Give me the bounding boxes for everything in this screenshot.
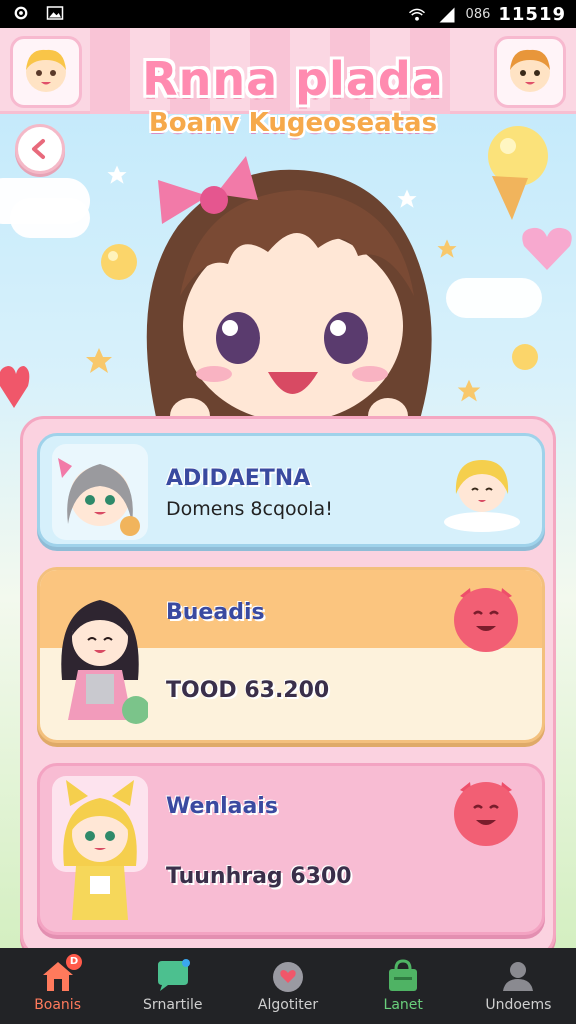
battery-level: 086 xyxy=(465,7,491,22)
tab-label: Boanis xyxy=(34,997,81,1013)
tab-label: Srnartile xyxy=(143,997,203,1013)
gray-hair-girl-icon xyxy=(58,458,140,536)
wifi-icon xyxy=(408,8,425,21)
card-title: Bueadis xyxy=(166,600,265,625)
logo-title: Rnna plada xyxy=(142,52,444,106)
player-avatar[interactable] xyxy=(10,36,82,108)
pink-blob-mascot-icon xyxy=(454,782,518,846)
dark-hair-girl-icon xyxy=(61,600,150,724)
tab-chat[interactable]: Srnartile xyxy=(115,948,230,1024)
blonde-chibi-icon xyxy=(444,460,520,532)
cat-ear-girl-icon xyxy=(63,780,137,920)
card-value: Tuunhrag 6300 xyxy=(166,864,352,889)
tab-home[interactable]: D Boanis xyxy=(0,948,115,1024)
back-arrow-icon xyxy=(32,139,45,159)
content-panel: ADIDAETNA Domens 8cqoola! Bueadis TOOD 6… xyxy=(20,416,556,948)
star-icon xyxy=(86,348,112,373)
chat-bubble-icon xyxy=(157,959,190,991)
orange-hair-girl-icon xyxy=(510,49,550,92)
card-avatar xyxy=(52,776,148,920)
gear-icon xyxy=(14,6,28,20)
ice-cream-balloon-icon xyxy=(488,126,548,220)
status-bar: 086 11519 xyxy=(0,0,576,28)
tab-label: Lanet xyxy=(383,997,423,1013)
pink-blob-mascot-icon xyxy=(454,588,518,652)
card-item[interactable]: Bueadis TOOD 63.200 xyxy=(37,567,545,743)
cloud xyxy=(446,278,542,318)
friend-avatar[interactable] xyxy=(494,36,566,108)
bottom-tab-bar: D Boanis Srnartile Algotiter Lanet Undoe… xyxy=(0,948,576,1024)
red-heart-icon xyxy=(0,366,30,408)
status-time: 11519 xyxy=(498,4,566,25)
card-avatar xyxy=(52,444,148,540)
card-message: Domens 8cqoola! xyxy=(166,498,333,520)
signal-icon xyxy=(439,7,455,22)
notification-badge: D xyxy=(66,954,82,970)
game-scene: Rnna plada Boanv Kugeoseatas ADIDAETNA D… xyxy=(0,28,576,948)
user-icon xyxy=(503,962,534,991)
heart-orb-icon xyxy=(273,962,303,992)
tab-shop[interactable]: Lanet xyxy=(346,948,461,1024)
star-icon xyxy=(457,379,481,402)
hero-girl-illustration xyxy=(146,156,432,446)
back-button[interactable] xyxy=(15,124,65,174)
heart-icon xyxy=(522,227,572,270)
tab-label: Undoems xyxy=(485,997,552,1013)
card-title: ADIDAETNA xyxy=(166,466,311,491)
balloon-icon xyxy=(512,344,538,370)
cloud xyxy=(10,198,90,238)
tab-label: Algotiter xyxy=(257,997,319,1013)
logo-subtitle: Boanv Kugeoseatas xyxy=(148,108,438,138)
shop-bag-icon xyxy=(389,959,418,991)
card-item[interactable]: Wenlaais Tuunhrag 6300 xyxy=(37,763,545,935)
card-item[interactable]: ADIDAETNA Domens 8cqoola! xyxy=(37,433,545,547)
blonde-girl-icon xyxy=(26,49,66,92)
card-value: TOOD 63.200 xyxy=(166,678,330,703)
tab-gacha[interactable]: Algotiter xyxy=(230,948,345,1024)
image-icon xyxy=(46,6,64,20)
tab-profile[interactable]: Undoems xyxy=(461,948,576,1024)
card-title: Wenlaais xyxy=(166,794,278,819)
card-avatar xyxy=(52,580,150,724)
